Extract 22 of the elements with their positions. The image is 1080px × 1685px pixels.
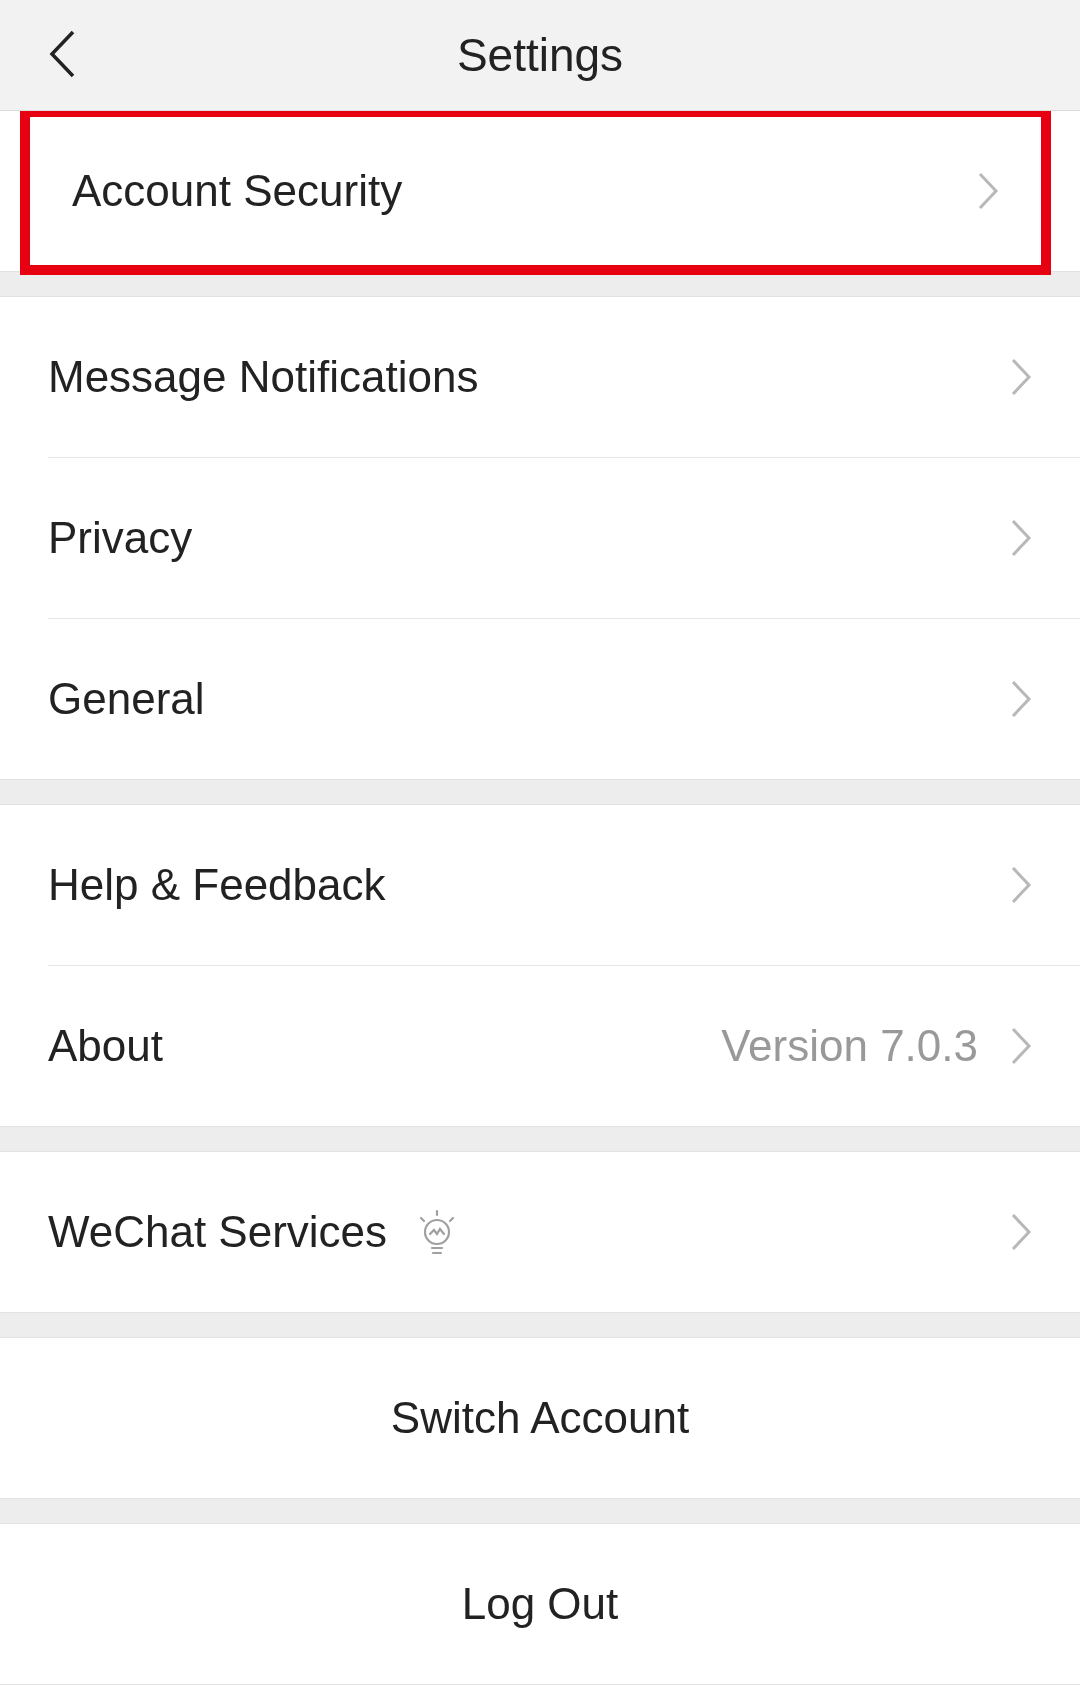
- item-label: Help & Feedback: [48, 859, 386, 911]
- settings-item[interactable]: Help & Feedback: [0, 805, 1080, 965]
- item-label: About: [48, 1020, 163, 1072]
- chevron-right-icon: [1010, 1026, 1032, 1066]
- item-label: WeChat Services: [48, 1206, 388, 1258]
- chevron-right-icon: [1010, 679, 1032, 719]
- settings-item[interactable]: Message Notifications: [0, 297, 1080, 457]
- chevron-right-icon: [1010, 1212, 1032, 1252]
- item-label: Message Notifications: [48, 351, 479, 403]
- item-label: Account Security: [72, 165, 403, 217]
- settings-item[interactable]: WeChat Services: [0, 1152, 1080, 1312]
- chevron-right-icon: [1010, 865, 1032, 905]
- settings-item[interactable]: General: [0, 619, 1080, 779]
- version-text: Version 7.0.3: [721, 1020, 978, 1072]
- settings-item[interactable]: Privacy: [0, 458, 1080, 618]
- page-title: Settings: [456, 27, 624, 83]
- chevron-right-icon: [977, 171, 999, 211]
- settings-item[interactable]: About Version 7.0.3: [0, 966, 1080, 1126]
- chevron-right-icon: [1010, 518, 1032, 558]
- chevron-right-icon: [1010, 357, 1032, 397]
- item-label: General: [48, 673, 205, 725]
- item-label: Privacy: [48, 512, 193, 564]
